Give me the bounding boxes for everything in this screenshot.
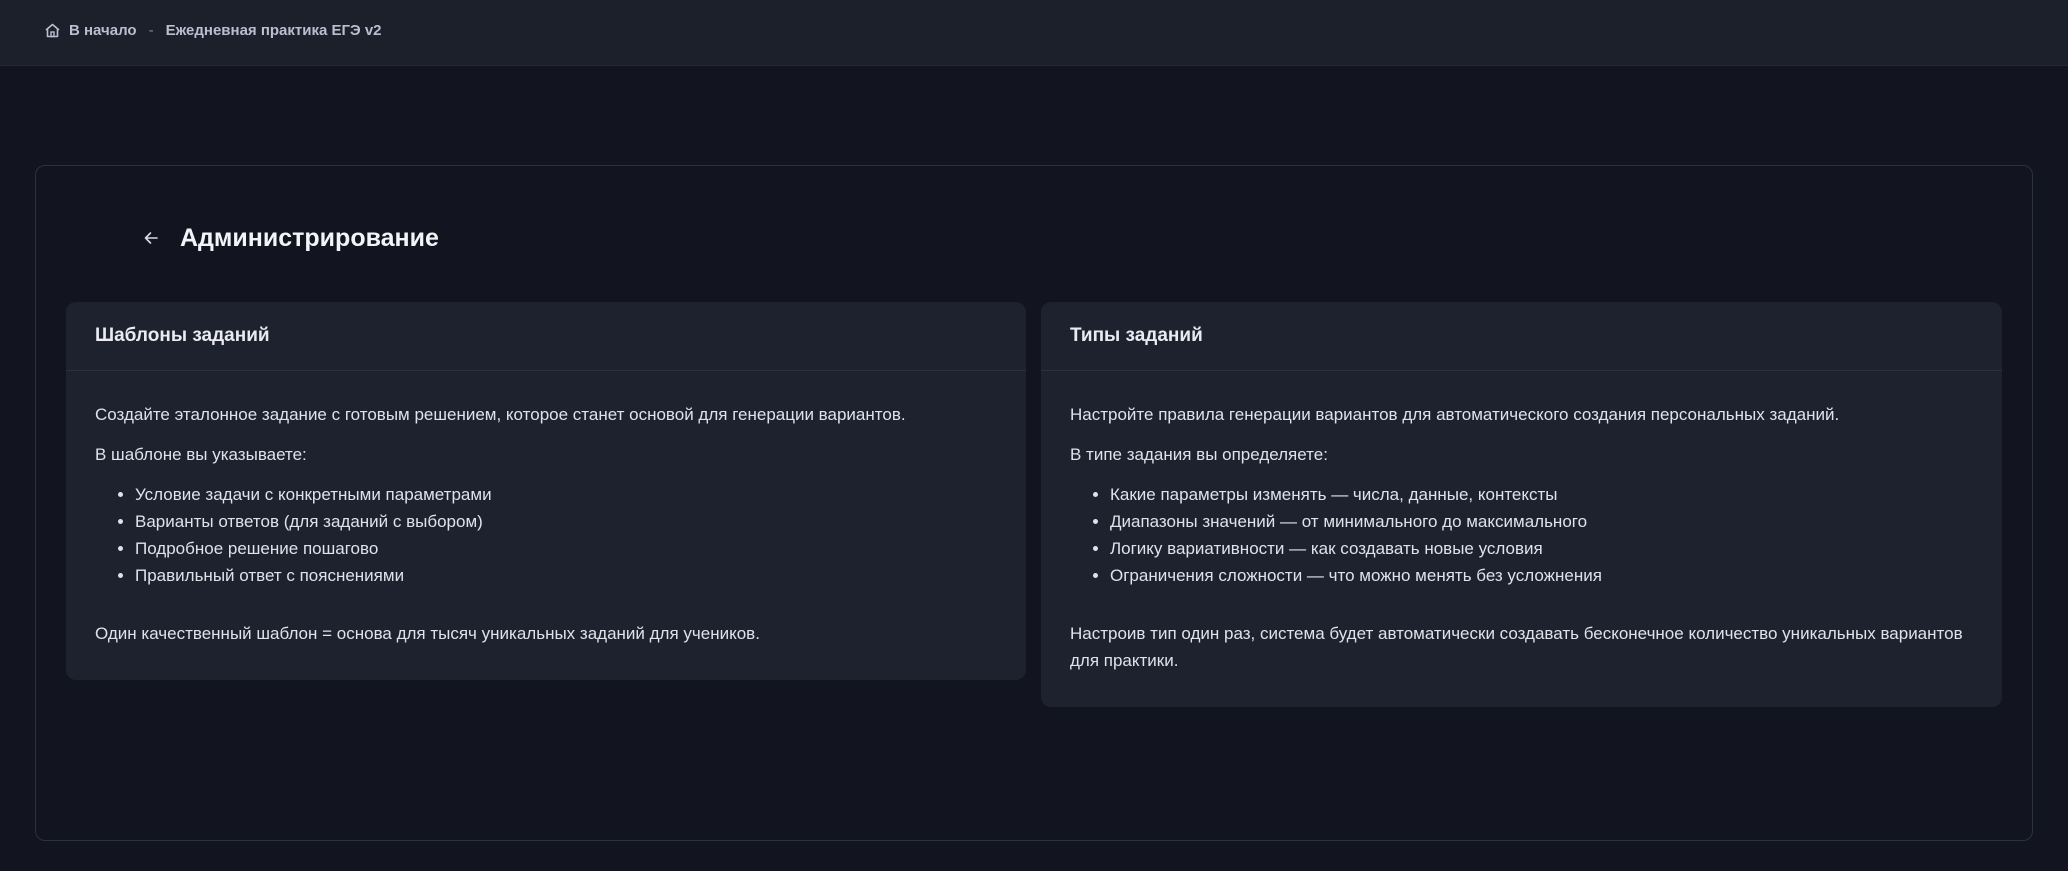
list-item: Какие параметры изменять — числа, данные…	[1110, 481, 1973, 508]
templates-summary: Один качественный шаблон = основа для ты…	[95, 624, 760, 643]
templates-list: Условие задачи с конкретными параметрами…	[135, 481, 997, 589]
back-button[interactable]	[136, 223, 166, 253]
list-item: Диапазоны значений — от минимального до …	[1110, 508, 1973, 535]
list-item: Правильный ответ с пояснениями	[135, 562, 997, 589]
top-navigation-bar: В начало - Ежедневная практика ЕГЭ v2	[0, 0, 2068, 66]
breadcrumb-separator: -	[148, 22, 154, 39]
page-title: Администрирование	[180, 223, 439, 252]
arrow-left-icon	[144, 232, 158, 244]
page-header: Администрирование	[136, 223, 439, 253]
admin-card: Администрирование Шаблоны заданий Создай…	[35, 165, 2033, 841]
types-panel-title: Типы заданий	[1041, 302, 2002, 371]
list-item: Варианты ответов (для заданий с выбором)	[135, 508, 997, 535]
templates-panel[interactable]: Шаблоны заданий Создайте эталонное задан…	[66, 302, 1026, 680]
types-panel-body: Настройте правила генерации вариантов дл…	[1041, 371, 2002, 674]
list-item: Условие задачи с конкретными параметрами	[135, 481, 997, 508]
types-panel[interactable]: Типы заданий Настройте правила генерации…	[1041, 302, 2002, 707]
types-intro: Настройте правила генерации вариантов дл…	[1070, 405, 1840, 424]
list-item: Ограничения сложности — что можно менять…	[1110, 562, 1973, 589]
breadcrumb: В начало - Ежедневная практика ЕГЭ v2	[44, 22, 382, 39]
home-icon[interactable]	[44, 22, 61, 39]
breadcrumb-home-link[interactable]: В начало	[69, 22, 137, 39]
types-lead: В типе задания вы определяете:	[1070, 445, 1328, 464]
templates-panel-body: Создайте эталонное задание с готовым реш…	[66, 371, 1026, 647]
templates-lead: В шаблоне вы указываете:	[95, 445, 307, 464]
templates-panel-title: Шаблоны заданий	[66, 302, 1026, 371]
list-item: Подробное решение пошагово	[135, 535, 997, 562]
templates-intro: Создайте эталонное задание с готовым реш…	[95, 405, 906, 424]
list-item: Логику вариативности — как создавать нов…	[1110, 535, 1973, 562]
breadcrumb-current-link[interactable]: Ежедневная практика ЕГЭ v2	[166, 22, 382, 39]
types-summary: Настроив тип один раз, система будет авт…	[1070, 624, 1963, 670]
types-list: Какие параметры изменять — числа, данные…	[1110, 481, 1973, 589]
